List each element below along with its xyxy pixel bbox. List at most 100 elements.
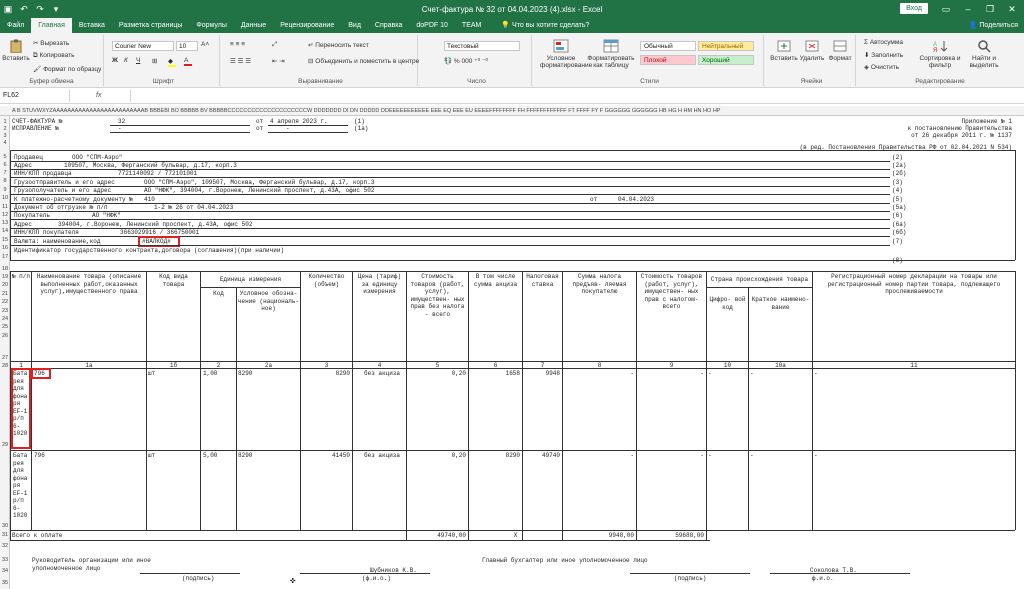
indent-icon[interactable]: ⇤ ⇥: [272, 57, 285, 65]
underline: [110, 125, 250, 126]
find-select-button[interactable]: Найти и выделить: [964, 39, 1004, 69]
tab-insert[interactable]: Вставка: [72, 18, 112, 33]
row-number: 24: [1, 316, 9, 322]
row-number: 14: [1, 228, 9, 234]
worksheet[interactable]: СЧЕТ-ФАКТУРА № 32 от 4 апреля 2023 г. (1…: [10, 116, 1024, 589]
number-format-select[interactable]: Текстовый: [444, 41, 520, 51]
row-number: 32: [1, 543, 9, 549]
currency-icon[interactable]: 💱 % 000 ⁺⁰ ⁻⁰: [444, 57, 488, 65]
tab-formulas[interactable]: Формулы: [189, 18, 233, 33]
row-number: 3: [3, 133, 7, 139]
fill-button[interactable]: ⬇ Заполнить: [864, 51, 903, 59]
formula-input[interactable]: [130, 90, 1024, 102]
col-number: 5: [435, 362, 440, 369]
name-box[interactable]: FL62: [0, 90, 70, 102]
lightbulb-icon: 💡: [501, 22, 513, 29]
field-number: (7): [892, 238, 903, 245]
accountant-name: Соколова Т.В.: [810, 567, 857, 574]
row-headers[interactable]: 1 2 3 4 5 6 7 8 9 10 11 12 13 14 15 16 1…: [0, 116, 10, 589]
row-number: 1: [3, 119, 7, 125]
row-number: 35: [1, 580, 9, 586]
format-painter-button[interactable]: 🖌 Формат по образцу: [33, 65, 101, 73]
clipboard-label: Буфер обмена: [29, 78, 74, 85]
underline-button[interactable]: Ч: [136, 57, 140, 64]
grow-font-icon[interactable]: A˄: [201, 41, 209, 48]
style-neutral[interactable]: Нейтральный: [698, 41, 754, 51]
head-label: Руководитель организации или иное уполно…: [32, 557, 151, 572]
style-good[interactable]: Хороший: [698, 55, 754, 65]
row-number: 7: [3, 170, 7, 176]
column-headers[interactable]: A B STUVWXYZAAAAAAAAAAAAAAAAAAAAAAAAAB B…: [0, 106, 1024, 116]
style-bad[interactable]: Плохой: [640, 55, 696, 65]
autosum-button[interactable]: Σ Автосумма: [864, 39, 903, 46]
tab-dopdf[interactable]: doPDF 10: [409, 18, 455, 33]
font-name-select[interactable]: Courier New: [112, 41, 174, 51]
fx-icon[interactable]: fx: [96, 90, 101, 102]
buyer-address-label: Адрес: [14, 221, 33, 228]
tab-page-layout[interactable]: Разметка страницы: [112, 18, 190, 33]
close-icon[interactable]: ✕: [1002, 0, 1022, 18]
share-button[interactable]: 👤 Поделиться: [969, 18, 1018, 33]
minimize-icon[interactable]: –: [958, 0, 978, 18]
format-cells-button[interactable]: Формат: [826, 39, 854, 62]
row-number: 29: [1, 442, 9, 448]
field-number: (2а): [892, 162, 907, 169]
merge-center-button[interactable]: ⊟ Объединить и поместить в центре: [308, 57, 419, 65]
header-kind-code: Код вида товара: [159, 273, 188, 288]
sort-filter-button[interactable]: A Я Сортировка и фильтр: [918, 39, 962, 69]
ribbon-options-icon[interactable]: ▭: [936, 0, 956, 18]
person-icon: 👤: [968, 22, 980, 29]
orientation-icon[interactable]: ⤢: [272, 41, 277, 49]
row-line: [10, 194, 890, 195]
style-normal[interactable]: Обычный: [640, 41, 696, 51]
italic-button[interactable]: К: [124, 57, 128, 64]
fill-color-icon[interactable]: ◆: [168, 57, 176, 67]
tab-file[interactable]: Файл: [0, 18, 31, 33]
item-2-excise: 8290: [505, 452, 520, 459]
clear-button[interactable]: ◈ Очистить: [864, 63, 899, 71]
align-top-icon[interactable]: ≡ ≡ ≡: [230, 41, 245, 48]
copy-button[interactable]: ⧉ Копировать: [33, 52, 74, 60]
row-number: 11: [2, 204, 8, 210]
tab-view[interactable]: Вид: [341, 18, 368, 33]
field-number: (1): [354, 118, 365, 125]
shipping-doc-value: 1-2 № 26 от 04.04.2023: [154, 204, 234, 211]
item-1-country-name: -: [750, 370, 754, 377]
signin-button[interactable]: Вход: [900, 3, 928, 14]
table-border: [200, 271, 201, 530]
payment-doc-number: 410: [144, 196, 155, 203]
column-header-labels: A B STUVWXYZAAAAAAAAAAAAAAAAAAAAAAAAAB B…: [12, 108, 721, 114]
header-price: Цена (тариф) за единицу измерения: [357, 273, 402, 295]
col-number: 6: [493, 362, 498, 369]
row-number: 19: [1, 274, 9, 280]
tab-data[interactable]: Данные: [234, 18, 273, 33]
shipping-doc-label: Документ об отгрузке № п/п: [14, 204, 108, 211]
col-number: 2а: [264, 362, 273, 369]
row-number: 5: [3, 154, 7, 160]
payment-doc-date: 04.04.2023: [618, 196, 655, 203]
field-number: (2б): [892, 170, 907, 177]
tab-team[interactable]: TEAM: [455, 18, 488, 33]
borders-icon[interactable]: ⊞: [152, 57, 157, 65]
cut-button[interactable]: ✂ Вырезать: [33, 39, 69, 47]
tab-review[interactable]: Рецензирование: [273, 18, 341, 33]
format-as-table-button[interactable]: Форматировать как таблицу: [586, 39, 636, 69]
tab-help[interactable]: Справка: [368, 18, 409, 33]
insert-cells-button[interactable]: Вставить: [770, 39, 798, 62]
paste-button[interactable]: Вставить: [1, 39, 31, 62]
conditional-formatting-button[interactable]: Условное форматирование: [540, 39, 592, 69]
delete-cells-button[interactable]: Удалить: [798, 39, 826, 62]
font-color-icon[interactable]: A: [184, 57, 192, 66]
delete-cells-icon: [805, 40, 819, 52]
align-left-icon[interactable]: ☰ ☰ ☰: [230, 57, 251, 65]
wrap-text-button[interactable]: ↵ Переносить текст: [308, 41, 369, 49]
row-number: 30: [1, 523, 9, 529]
bold-button[interactable]: Ж: [112, 57, 118, 64]
font-size-select[interactable]: 10: [176, 41, 198, 51]
tell-me-search[interactable]: 💡 Что вы хотите сделать?: [494, 18, 596, 33]
invoice-label: СЧЕТ-ФАКТУРА №: [12, 118, 63, 125]
row-number: 33: [1, 557, 9, 563]
col-number: 9: [669, 362, 674, 369]
maximize-icon[interactable]: ❐: [980, 0, 1000, 18]
tab-home[interactable]: Главная: [31, 18, 72, 33]
